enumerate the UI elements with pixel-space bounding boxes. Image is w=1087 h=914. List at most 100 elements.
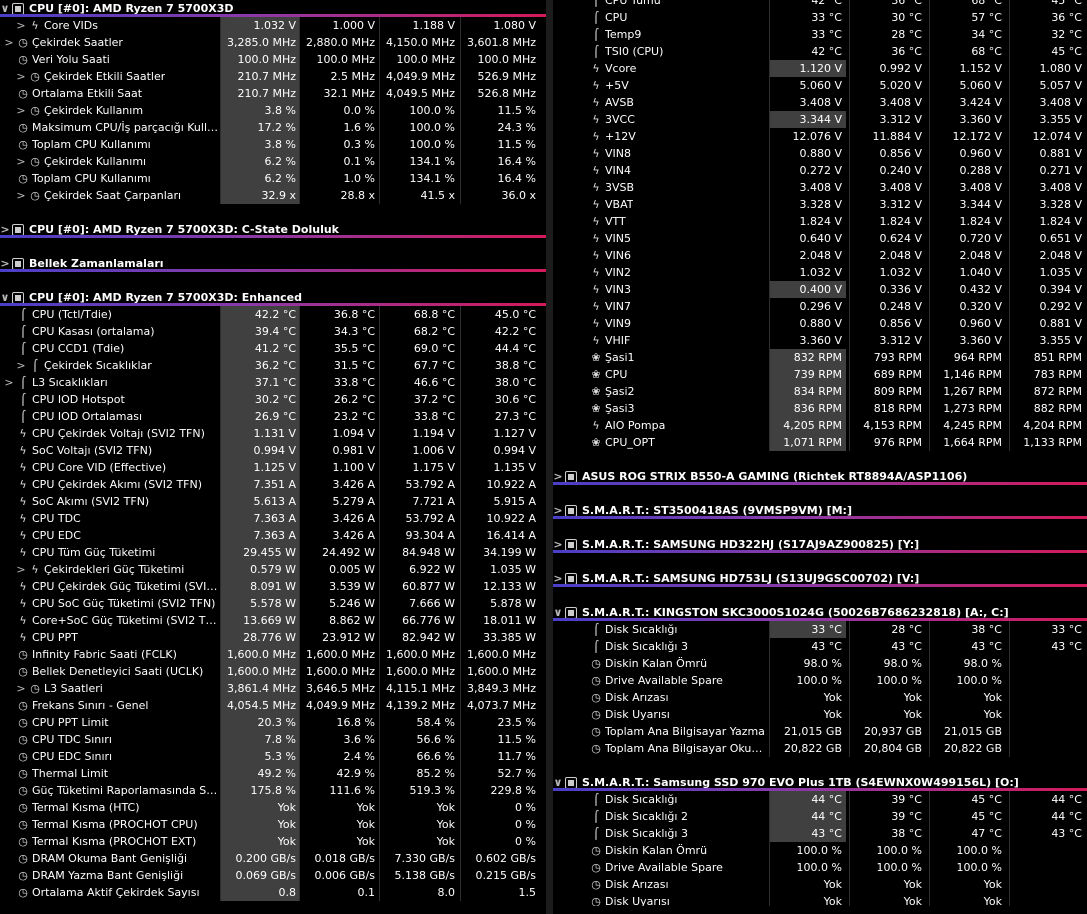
sensor-row[interactable]: ◷ CPU EDC Sınırı 5.3 % 2.4 % 66.6 % 11.7 % [0, 748, 546, 765]
section-header[interactable]: ∨ CPU [#0]: AMD Ryzen 7 5700X3D [0, 0, 546, 17]
sensor-row[interactable]: ϟ CPU Çekirdek Akımı (SVI2 TFN) 7.351 A 3.4… [0, 476, 546, 493]
sensor-row[interactable]: > ϟ Çekirdekleri Güç Tüketimi 0.579 W 0.005 … [0, 561, 546, 578]
chevron-right-icon[interactable]: > [4, 34, 14, 51]
sensor-row[interactable]: ϟ CPU EDC 7.363 A 3.426 A 93.304 A 16.414 A [0, 527, 546, 544]
sensor-row[interactable]: ⌠ Disk Sıcaklığı 33 °C 28 °C 38 °C 33 °C [553, 621, 1087, 638]
sensor-row[interactable]: ϟ VTT 1.824 V 1.824 V 1.824 V 1.824 V [553, 213, 1087, 230]
sensor-row[interactable]: ϟ Vcore 1.120 V 0.992 V 1.152 V 1.080 V [553, 60, 1087, 77]
sensor-row[interactable]: ◷ Maksimum CPU/İş parçacığı Kullanımı 17.2… [0, 119, 546, 136]
section-header[interactable]: ∨ CPU [#0]: AMD Ryzen 7 5700X3D: Enhanced [0, 289, 546, 306]
sensor-row[interactable]: ◷ Disk Arızası Yok Yok Yok [553, 689, 1087, 706]
sensor-row[interactable]: ◷ Disk Uyarısı Yok Yok Yok [553, 706, 1087, 723]
sensor-row[interactable]: ⌠ Disk Sıcaklığı 3 43 °C 43 °C 43 °C 43 °C [553, 638, 1087, 655]
sensor-row[interactable]: > ◷ Çekirdek Kullanım 3.8 % 0.0 % 100.0 % 11.5… [0, 102, 546, 119]
sensor-row[interactable]: > ◷ Çekirdek Saat Çarpanları 32.9 x 28.8 x 41… [0, 187, 546, 204]
sensor-panel-left[interactable]: ∨ CPU [#0]: AMD Ryzen 7 5700X3D > ϟ Core VID… [0, 0, 546, 914]
sensor-row[interactable]: ϟ CPU Çekirdek Voltajı (SVI2 TFN) 1.131 V 1… [0, 425, 546, 442]
section-header[interactable]: > ASUS ROG STRIX B550-A GAMING (Richtek R… [553, 468, 1087, 485]
sensor-row[interactable]: ϟ CPU Tüm Güç Tüketimi 29.455 W 24.492 W 84.… [0, 544, 546, 561]
sensor-row[interactable]: ϟ CPU PPT 28.776 W 23.912 W 82.942 W 33.385 W [0, 629, 546, 646]
sensor-row[interactable]: ϟ VIN6 2.048 V 2.048 V 2.048 V 2.048 V [553, 247, 1087, 264]
section-header[interactable]: ∨ S.M.A.R.T.: Samsung SSD 970 EVO Plus 1T… [553, 774, 1087, 791]
section-header[interactable]: ∨ S.M.A.R.T.: KINGSTON SKC3000S1024G (500… [553, 604, 1087, 621]
sensor-row[interactable]: ⌠ CPU IOD Ortalaması 26.9 °C 23.2 °C 33.8 °C… [0, 408, 546, 425]
sensor-row[interactable]: ϟ AIO Pompa 4,205 RPM 4,153 RPM 4,245 RPM 4,2… [553, 417, 1087, 434]
sensor-row[interactable]: ⌠ Temp9 33 °C 28 °C 34 °C 32 °C [553, 26, 1087, 43]
sensor-row[interactable]: ◷ Drive Available Spare 100.0 % 100.0 % 100.… [553, 672, 1087, 689]
sensor-row[interactable]: > ◷ Çekirdek Etkili Saatler 210.7 MHz 2.5 MH… [0, 68, 546, 85]
sensor-row[interactable]: ❀ Şasi2 834 RPM 809 RPM 1,267 RPM 872 RPM [553, 383, 1087, 400]
sensor-row[interactable]: ϟ VIN7 0.296 V 0.248 V 0.320 V 0.292 V [553, 298, 1087, 315]
sensor-row[interactable]: ϟ VHIF 3.360 V 3.312 V 3.360 V 3.355 V [553, 332, 1087, 349]
section-header[interactable]: > S.M.A.R.T.: SAMSUNG HD322HJ (S17AJ9AZ90… [553, 536, 1087, 553]
sensor-row[interactable]: ◷ Termal Kısma (PROCHOT EXT) Yok Yok Yok 0 % [0, 833, 546, 850]
sensor-row[interactable]: ◷ Veri Yolu Saati 100.0 MHz 100.0 MHz 100.0 … [0, 51, 546, 68]
sensor-row[interactable]: ⌠ CPU 33 °C 30 °C 57 °C 36 °C [553, 9, 1087, 26]
chevron-right-icon[interactable]: > [4, 374, 14, 391]
sensor-row[interactable]: ◷ Drive Available Spare 100.0 % 100.0 % 100.… [553, 859, 1087, 876]
chevron-right-icon[interactable]: > [16, 68, 26, 85]
sensor-row[interactable]: ϟ 3VSB 3.408 V 3.408 V 3.408 V 3.408 V [553, 179, 1087, 196]
sensor-row[interactable]: ◷ Güç Tüketimi Raporlamasında Sapm...175.… [0, 782, 546, 799]
sensor-row[interactable]: ϟ +12V 12.076 V 11.884 V 12.172 V 12.074 V [553, 128, 1087, 145]
sensor-row[interactable]: ϟ SoC Voltajı (SVI2 TFN) 0.994 V 0.981 V 1.0… [0, 442, 546, 459]
sensor-row[interactable]: ϟ VIN4 0.272 V 0.240 V 0.288 V 0.271 V [553, 162, 1087, 179]
sensor-row[interactable]: ϟ AVSB 3.408 V 3.408 V 3.424 V 3.408 V [553, 94, 1087, 111]
sensor-row[interactable]: ϟ VIN9 0.880 V 0.856 V 0.960 V 0.881 V [553, 315, 1087, 332]
sensor-row[interactable]: ⌠ Disk Sıcaklığı 44 °C 39 °C 45 °C 44 °C [553, 791, 1087, 808]
sensor-row[interactable]: ◷ Thermal Limit 49.2 % 42.9 % 85.2 % 52.7 % [0, 765, 546, 782]
sensor-row[interactable]: ϟ VIN3 0.400 V 0.336 V 0.432 V 0.394 V [553, 281, 1087, 298]
sensor-row[interactable]: ◷ CPU TDC Sınırı 7.8 % 3.6 % 56.6 % 11.5 % [0, 731, 546, 748]
sensor-panel-right[interactable]: ⌠ CPU Tümü 42 °C 36 °C 68 °C 45 °C ⌠ CPU 33 °C 30… [553, 0, 1087, 906]
sensor-row[interactable]: ◷ Infinity Fabric Saati (FCLK) 1,600.0 MHz… [0, 646, 546, 663]
section-header[interactable]: > Bellek Zamanlamaları [0, 255, 546, 272]
sensor-row[interactable]: ⌠ Disk Sıcaklığı 3 43 °C 38 °C 47 °C 43 °C [553, 825, 1087, 842]
sensor-row[interactable]: > ◷ Çekirdek Saatler 3,285.0 MHz 2,880.0 MHz… [0, 34, 546, 51]
sensor-row[interactable]: ◷ DRAM Yazma Bant Genişliği 0.069 GB/s 0.00… [0, 867, 546, 884]
sensor-row[interactable]: ⌠ CPU CCD1 (Tdie) 41.2 °C 35.5 °C 69.0 °C 44.… [0, 340, 546, 357]
sensor-row[interactable]: ❀ CPU_OPT 1,071 RPM 976 RPM 1,664 RPM 1,133 R… [553, 434, 1087, 451]
sensor-row[interactable]: ϟ +5V 5.060 V 5.020 V 5.060 V 5.057 V [553, 77, 1087, 94]
sensor-row[interactable]: ϟ CPU SoC Güç Tüketimi (SVI2 TFN) 5.578 W 5… [0, 595, 546, 612]
sensor-row[interactable]: ◷ Diskin Kalan Ömrü 98.0 % 98.0 % 98.0 % [553, 655, 1087, 672]
section-header[interactable]: > CPU [#0]: AMD Ryzen 7 5700X3D: C-State … [0, 221, 546, 238]
sensor-row[interactable]: ϟ Core+SoC Güç Tüketimi (SVI2 TFN) 13.669 … [0, 612, 546, 629]
section-header[interactable]: > S.M.A.R.T.: ST3500418AS (9VMSP9VM) [M:] [553, 502, 1087, 519]
sensor-row[interactable]: ϟ VIN5 0.640 V 0.624 V 0.720 V 0.651 V [553, 230, 1087, 247]
sensor-row[interactable]: ⌠ CPU Tümü 42 °C 36 °C 68 °C 45 °C [553, 0, 1087, 9]
sensor-row[interactable]: ◷ Disk Arızası Yok Yok Yok [553, 876, 1087, 893]
chevron-right-icon[interactable]: > [16, 187, 26, 204]
sensor-row[interactable]: ⌠ CPU (Tctl/Tdie) 42.2 °C 36.8 °C 68.8 °C 45.… [0, 306, 546, 323]
sensor-row[interactable]: ◷ Frekans Sınırı - Genel 4,054.5 MHz 4,049.… [0, 697, 546, 714]
chevron-right-icon[interactable]: > [16, 680, 26, 697]
sensor-row[interactable]: ◷ Termal Kısma (HTC) Yok Yok Yok 0 % [0, 799, 546, 816]
sensor-row[interactable]: ϟ SoC Akımı (SVI2 TFN) 5.613 A 5.279 A 7.721… [0, 493, 546, 510]
chevron-right-icon[interactable]: > [16, 17, 26, 34]
sensor-row[interactable]: ϟ CPU TDC 7.363 A 3.426 A 53.792 A 10.922 A [0, 510, 546, 527]
sensor-row[interactable]: ⌠ CPU IOD Hotspot 30.2 °C 26.2 °C 37.2 °C 30.… [0, 391, 546, 408]
sensor-row[interactable]: ◷ Toplam CPU Kullanımı 3.8 % 0.3 % 100.0 % 11… [0, 136, 546, 153]
sensor-row[interactable]: ϟ 3VCC 3.344 V 3.312 V 3.360 V 3.355 V [553, 111, 1087, 128]
sensor-row[interactable]: ◷ Diskin Kalan Ömrü 100.0 % 100.0 % 100.0 % [553, 842, 1087, 859]
chevron-right-icon[interactable]: > [16, 102, 26, 119]
panel-splitter[interactable] [546, 0, 553, 914]
sensor-row[interactable]: ◷ Ortalama Aktif Çekirdek Sayısı 0.8 0.1 8.0… [0, 884, 546, 901]
section-header[interactable]: > S.M.A.R.T.: SAMSUNG HD753LJ (S13UJ9GSC0… [553, 570, 1087, 587]
sensor-row[interactable]: ϟ VIN8 0.880 V 0.856 V 0.960 V 0.881 V [553, 145, 1087, 162]
sensor-row[interactable]: ❀ Şasi3 836 RPM 818 RPM 1,273 RPM 882 RPM [553, 400, 1087, 417]
sensor-row[interactable]: > ◷ L3 Saatleri 3,861.4 MHz 3,646.5 MHz 4,115… [0, 680, 546, 697]
sensor-row[interactable]: ◷ Bellek Denetleyici Saati (UCLK) 1,600.0 … [0, 663, 546, 680]
sensor-row[interactable]: ◷ Termal Kısma (PROCHOT CPU) Yok Yok Yok 0 % [0, 816, 546, 833]
sensor-row[interactable]: ⌠ CPU Kasası (ortalama) 39.4 °C 34.3 °C 68.2… [0, 323, 546, 340]
sensor-row[interactable]: ◷ Disk Uyarısı Yok Yok Yok [553, 893, 1087, 906]
sensor-row[interactable]: ◷ Toplam Ana Bilgisayar Yazma 21,015 GB 20,… [553, 723, 1087, 740]
sensor-row[interactable]: ⌠ TSI0 (CPU) 42 °C 36 °C 68 °C 45 °C [553, 43, 1087, 60]
sensor-row[interactable]: ϟ CPU Core VID (Effective) 1.125 V 1.100 V 1… [0, 459, 546, 476]
sensor-row[interactable]: ◷ Toplam Ana Bilgisayar Okumaları 20,822 G… [553, 740, 1087, 757]
sensor-row[interactable]: ◷ CPU PPT Limit 20.3 % 16.8 % 58.4 % 23.5 % [0, 714, 546, 731]
sensor-row[interactable]: ◷ Ortalama Etkili Saat 210.7 MHz 32.1 MHz 4,… [0, 85, 546, 102]
sensor-row[interactable]: ❀ CPU 739 RPM 689 RPM 1,146 RPM 783 RPM [553, 366, 1087, 383]
sensor-row[interactable]: ❀ Şasi1 832 RPM 793 RPM 964 RPM 851 RPM [553, 349, 1087, 366]
chevron-right-icon[interactable]: > [16, 153, 26, 170]
sensor-row[interactable]: > ϟ Core VIDs 1.032 V 1.000 V 1.188 V 1.080 V [0, 17, 546, 34]
